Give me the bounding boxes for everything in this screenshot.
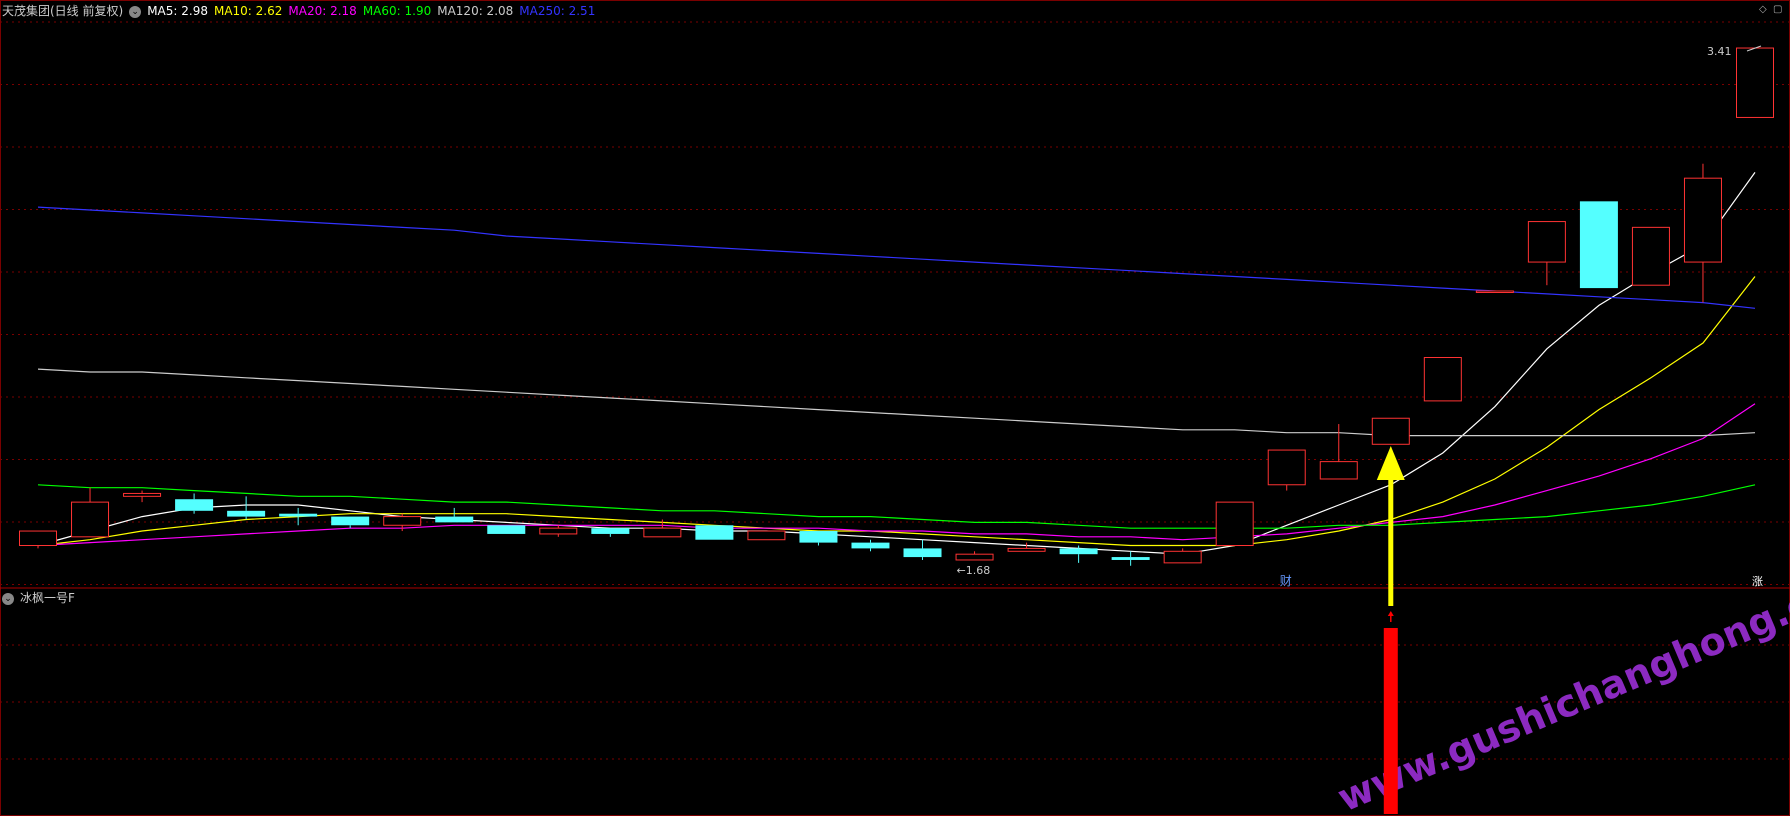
indicator-title: 冰枫一号F: [20, 591, 75, 605]
candle-body: [851, 542, 890, 549]
candle: [1527, 221, 1566, 286]
candle-body: [123, 492, 162, 497]
arrow-up-icon: [1387, 611, 1394, 616]
candle: [1475, 290, 1514, 293]
candle-body: [1736, 47, 1774, 118]
candle: [1423, 357, 1462, 402]
ma-line-ma120: [37, 368, 1756, 437]
candle-body: [1683, 177, 1722, 263]
indicator-panel[interactable]: [1383, 611, 1398, 814]
candle-body: [71, 501, 110, 538]
frame: [0, 0, 1790, 816]
candle-body: [1475, 290, 1514, 293]
candle-body: [799, 531, 838, 543]
candle: [1579, 201, 1618, 289]
candle: [799, 531, 838, 546]
candle: [123, 490, 162, 503]
candle: [487, 525, 526, 534]
candle-body: [175, 499, 214, 511]
window-icon[interactable]: ▢: [1773, 4, 1782, 15]
candle-body: [331, 516, 370, 526]
ma-legend-item: MA20: 2.18: [288, 4, 357, 18]
candle-body: [903, 548, 942, 558]
moving-average-lines: [37, 172, 1756, 555]
rise-badge: 涨: [1752, 575, 1763, 588]
candle-body: [279, 513, 318, 517]
watermark-text: www.gushichanghong.com: [1331, 556, 1790, 816]
candle: [591, 528, 630, 537]
candle-body: [1631, 226, 1670, 286]
ma-line-ma20: [37, 403, 1756, 547]
candle-body: [747, 530, 786, 541]
candle-body: [1319, 461, 1358, 480]
ma-legend-item: MA250: 2.51: [519, 4, 596, 18]
candle: [71, 487, 110, 538]
candle: [955, 551, 994, 561]
grid-lines: [0, 0, 1790, 816]
low-price-label: ←1.68: [957, 564, 991, 577]
signal-bar: [1383, 628, 1398, 814]
candle: [903, 539, 942, 560]
candle-body: [227, 510, 266, 517]
high-price-label: 3.41: [1707, 45, 1732, 58]
candle: [695, 525, 734, 540]
candle: [539, 525, 578, 537]
candle-body: [1423, 357, 1462, 402]
candle: [1736, 47, 1774, 118]
ma-legend-item: MA5: 2.98: [147, 4, 208, 18]
candle-body: [1007, 547, 1046, 552]
ma-legend-item: MA120: 2.08: [437, 4, 514, 18]
candle: [1215, 501, 1254, 547]
candle-body: [695, 525, 734, 540]
candle-body: [1267, 449, 1306, 486]
ma-legend-item: MA60: 1.90: [362, 4, 432, 18]
candle-body: [1579, 201, 1618, 289]
candle: [175, 493, 214, 514]
main-panel-header: 天茂集团(日线 前复权) ⌄ MA5: 2.98 MA10: 2.62 MA20: 2.…: [2, 2, 607, 20]
signal-arrow-icon: [1376, 446, 1405, 480]
candle-body: [487, 525, 526, 534]
sub-panel-header: ⌄ 冰枫一号F: [2, 589, 81, 607]
candle: [1163, 548, 1202, 564]
candle: [227, 496, 266, 520]
candle-body: [1111, 557, 1150, 560]
chevron-down-icon[interactable]: ⌄: [129, 5, 142, 18]
candle: [331, 516, 370, 529]
candle: [1683, 163, 1722, 303]
stock-title: 天茂集团(日线 前复权): [2, 4, 124, 18]
kline-chart[interactable]: 3.41 ←1.68 财 涨www.gushichanghong.com: [0, 0, 1790, 816]
candle-body: [19, 530, 57, 547]
candle: [279, 507, 318, 526]
candle-body: [435, 516, 474, 523]
candle: [1371, 417, 1410, 445]
candle-body: [591, 528, 630, 534]
candle-body: [1527, 221, 1566, 263]
candle: [747, 530, 786, 541]
candle-body: [1215, 501, 1254, 547]
diamond-icon[interactable]: ◇: [1759, 4, 1767, 15]
finance-label: 财: [1280, 574, 1292, 588]
candle-body: [643, 527, 682, 538]
candle: [1111, 551, 1150, 566]
candle-body: [955, 553, 994, 561]
candle-body: [539, 527, 578, 535]
candle-body: [1371, 417, 1410, 445]
candle: [19, 530, 57, 549]
ma-line-ma5: [37, 172, 1756, 555]
candle: [851, 539, 890, 552]
candles[interactable]: [19, 47, 1774, 566]
ma-line-ma250: [37, 206, 1756, 309]
ma-legend-item: MA10: 2.62: [213, 4, 283, 18]
candle: [1007, 542, 1046, 552]
candle: [1631, 226, 1670, 286]
chevron-down-icon[interactable]: ⌄: [2, 592, 14, 605]
candle-body: [1163, 550, 1202, 564]
candle-body: [383, 516, 422, 526]
candle: [435, 507, 474, 523]
candle: [1267, 449, 1306, 491]
candle-body: [1059, 548, 1098, 555]
ma-legend: MA5: 2.98 MA10: 2.62 MA20: 2.18 MA60: 1.90 M…: [147, 4, 601, 18]
